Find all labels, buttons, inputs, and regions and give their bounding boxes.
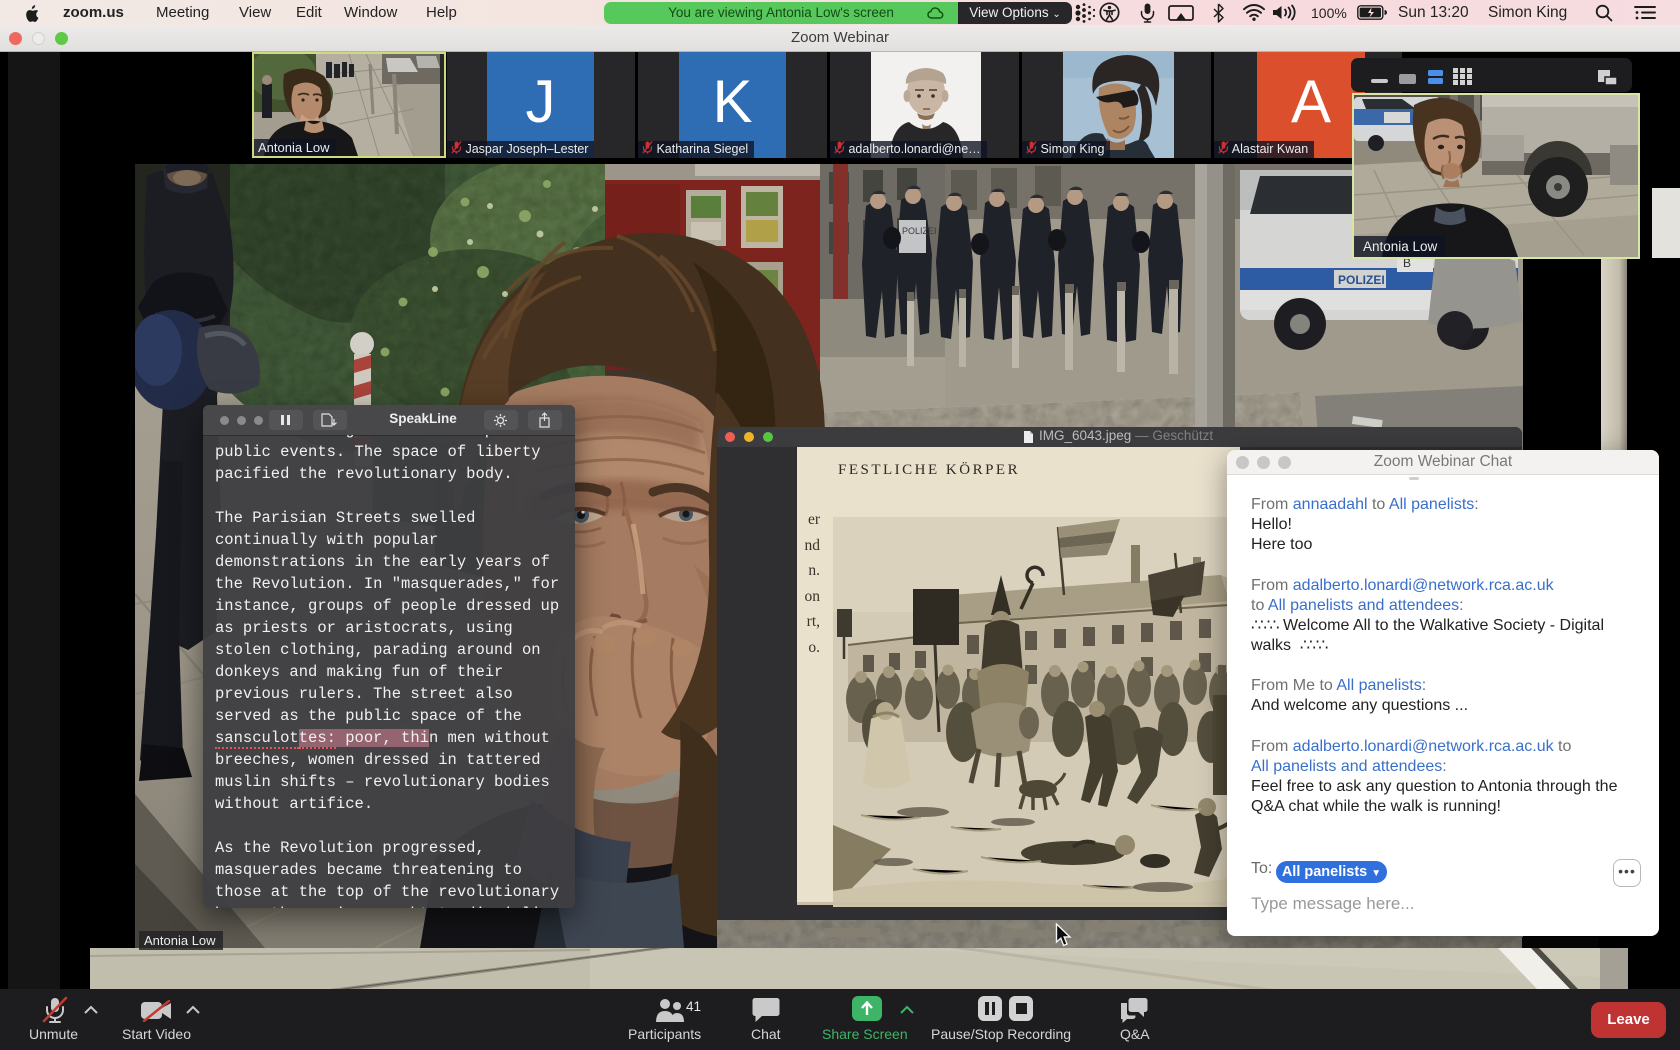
svg-text:POLIZEI: POLIZEI: [902, 226, 937, 236]
svg-text:POLIZEI: POLIZEI: [1338, 273, 1385, 287]
